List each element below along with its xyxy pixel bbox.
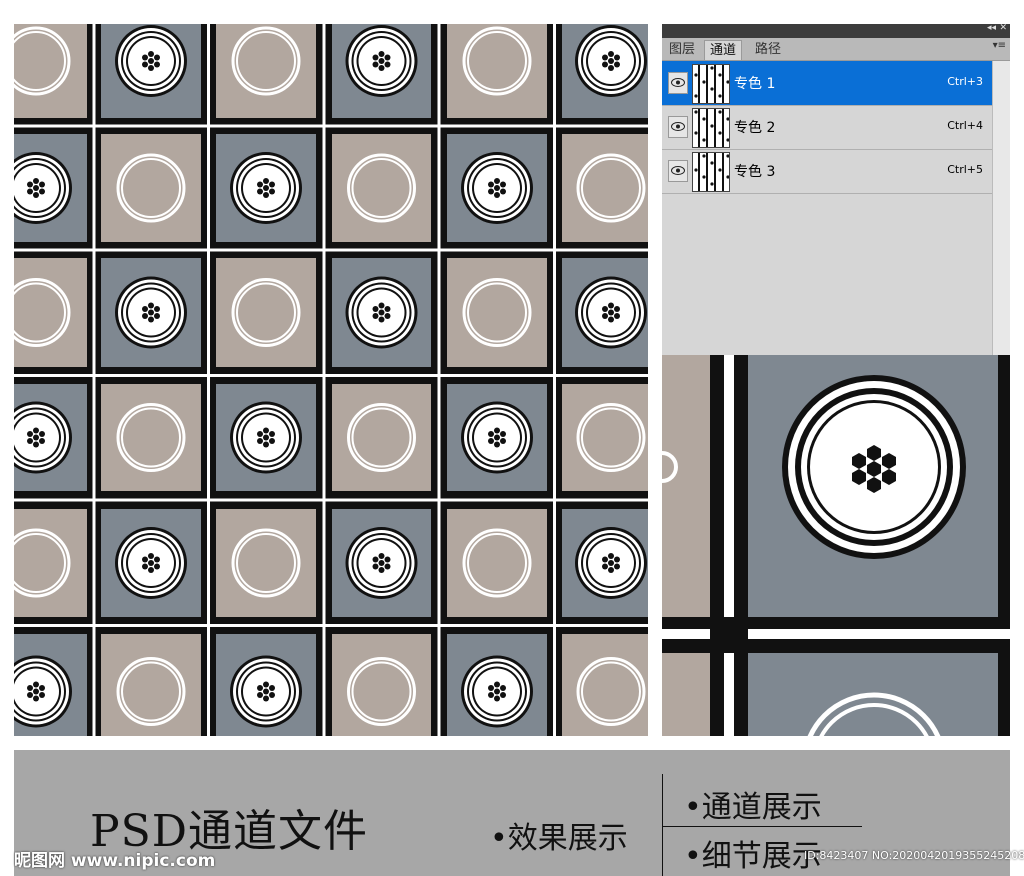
tab-channels[interactable]: 通道 — [704, 40, 743, 60]
pattern-tile — [216, 509, 316, 617]
pattern-tile — [332, 134, 431, 242]
pattern-grid-line — [322, 24, 326, 736]
pattern-tile — [14, 24, 87, 118]
button-ornament-icon — [461, 401, 533, 474]
detail-grid-bar — [734, 355, 748, 736]
button-ornament-icon — [575, 527, 647, 599]
thumbnail-pattern — [693, 65, 730, 103]
eye-icon — [671, 78, 685, 87]
pattern-grid-line — [14, 248, 648, 252]
pattern-tile — [216, 258, 316, 367]
channel-row-spot-1[interactable]: 专色 1 Ctrl+3 — [662, 61, 993, 106]
pattern-tile — [562, 384, 648, 491]
caption-divider — [662, 826, 862, 827]
panel-scrollbar[interactable] — [992, 61, 1010, 355]
channel-thumbnail — [692, 152, 730, 192]
detail-grid-bar — [710, 355, 724, 736]
detail-grid-bar — [998, 355, 1010, 736]
button-ornament-icon — [575, 25, 647, 97]
button-ornament-icon — [115, 527, 187, 599]
pattern-grid-line — [14, 498, 648, 502]
detail-grid-corner — [710, 617, 748, 653]
channel-name: 专色 1 — [734, 76, 776, 92]
pattern-tile — [447, 509, 547, 617]
eye-icon — [671, 122, 685, 131]
button-ornament-icon — [461, 655, 533, 728]
channel-row-spot-3[interactable]: 专色 3 Ctrl+5 — [662, 149, 993, 194]
pattern-grid-line — [92, 24, 96, 736]
button-ornament-icon — [345, 276, 418, 349]
channel-row-spot-2[interactable]: 专色 2 Ctrl+4 — [662, 105, 993, 150]
pattern-grid-line — [437, 24, 441, 736]
visibility-toggle[interactable] — [668, 72, 688, 94]
pattern-grid-line — [553, 24, 556, 736]
pattern-grid-line — [207, 24, 210, 736]
button-ornament-icon — [230, 152, 302, 224]
channel-name: 专色 3 — [734, 164, 776, 180]
collapse-icon[interactable]: ◂◂ — [987, 24, 996, 33]
button-ornament-icon — [461, 152, 533, 224]
detail-zoom-preview — [662, 355, 1010, 736]
visibility-toggle[interactable] — [668, 116, 688, 138]
pattern-tile — [14, 258, 87, 367]
panel-titlebar: ◂◂ ✕ — [662, 24, 1010, 38]
tab-layers[interactable]: 图层 — [664, 40, 700, 59]
channels-panel: ◂◂ ✕ 图层 通道 路径 ▾≡ 专色 1 Ctrl+3 专色 2 Ctrl+4… — [662, 24, 1010, 355]
pattern-tile — [447, 24, 547, 118]
pattern-preview — [14, 24, 648, 736]
pattern-tile — [14, 509, 87, 617]
channel-shortcut: Ctrl+4 — [947, 119, 983, 132]
detail-grid-line — [724, 355, 734, 736]
button-ornament-icon — [575, 276, 647, 349]
caption-detail-label: •细节展示 — [684, 839, 822, 874]
caption-divider — [662, 774, 663, 876]
close-icon[interactable]: ✕ — [999, 24, 1007, 33]
button-ornament-icon — [345, 25, 418, 97]
button-ornament-icon — [782, 375, 966, 559]
panel-tabbar: 图层 通道 路径 ▾≡ — [662, 38, 1010, 61]
button-ornament-icon — [230, 655, 302, 728]
pattern-grid-line — [14, 374, 648, 377]
channel-name: 专色 2 — [734, 120, 776, 136]
pattern-grid-line — [14, 124, 648, 128]
button-ornament-icon — [345, 527, 418, 599]
channel-shortcut: Ctrl+3 — [947, 75, 983, 88]
thumbnail-pattern — [693, 153, 730, 191]
channel-thumbnail — [692, 108, 730, 148]
watermark-id: ID:8423407 NO:20200420193552452081 — [804, 849, 1024, 862]
pattern-tile — [332, 384, 431, 491]
thumbnail-pattern — [693, 109, 730, 147]
pattern-tile — [447, 258, 547, 367]
pattern-tile — [101, 134, 201, 242]
caption-effect-label: •效果展示 — [490, 821, 628, 856]
pattern-background — [14, 24, 648, 736]
caption-channels-label: •通道展示 — [684, 790, 822, 825]
pattern-tile — [216, 24, 316, 118]
visibility-toggle[interactable] — [668, 160, 688, 182]
pattern-tile — [562, 134, 648, 242]
pattern-grid-line — [14, 624, 648, 627]
tab-paths[interactable]: 路径 — [750, 40, 786, 59]
button-ornament-icon — [115, 25, 187, 97]
button-ornament-icon — [115, 276, 187, 349]
watermark-site: 昵图网 www.nipic.com — [14, 851, 216, 871]
pattern-tile — [101, 384, 201, 491]
channel-shortcut: Ctrl+5 — [947, 163, 983, 176]
panel-menu-icon[interactable]: ▾≡ — [993, 40, 1006, 51]
detail-tan-tile — [662, 653, 710, 736]
button-ornament-icon — [230, 401, 302, 474]
channel-thumbnail — [692, 64, 730, 104]
eye-icon — [671, 166, 685, 175]
